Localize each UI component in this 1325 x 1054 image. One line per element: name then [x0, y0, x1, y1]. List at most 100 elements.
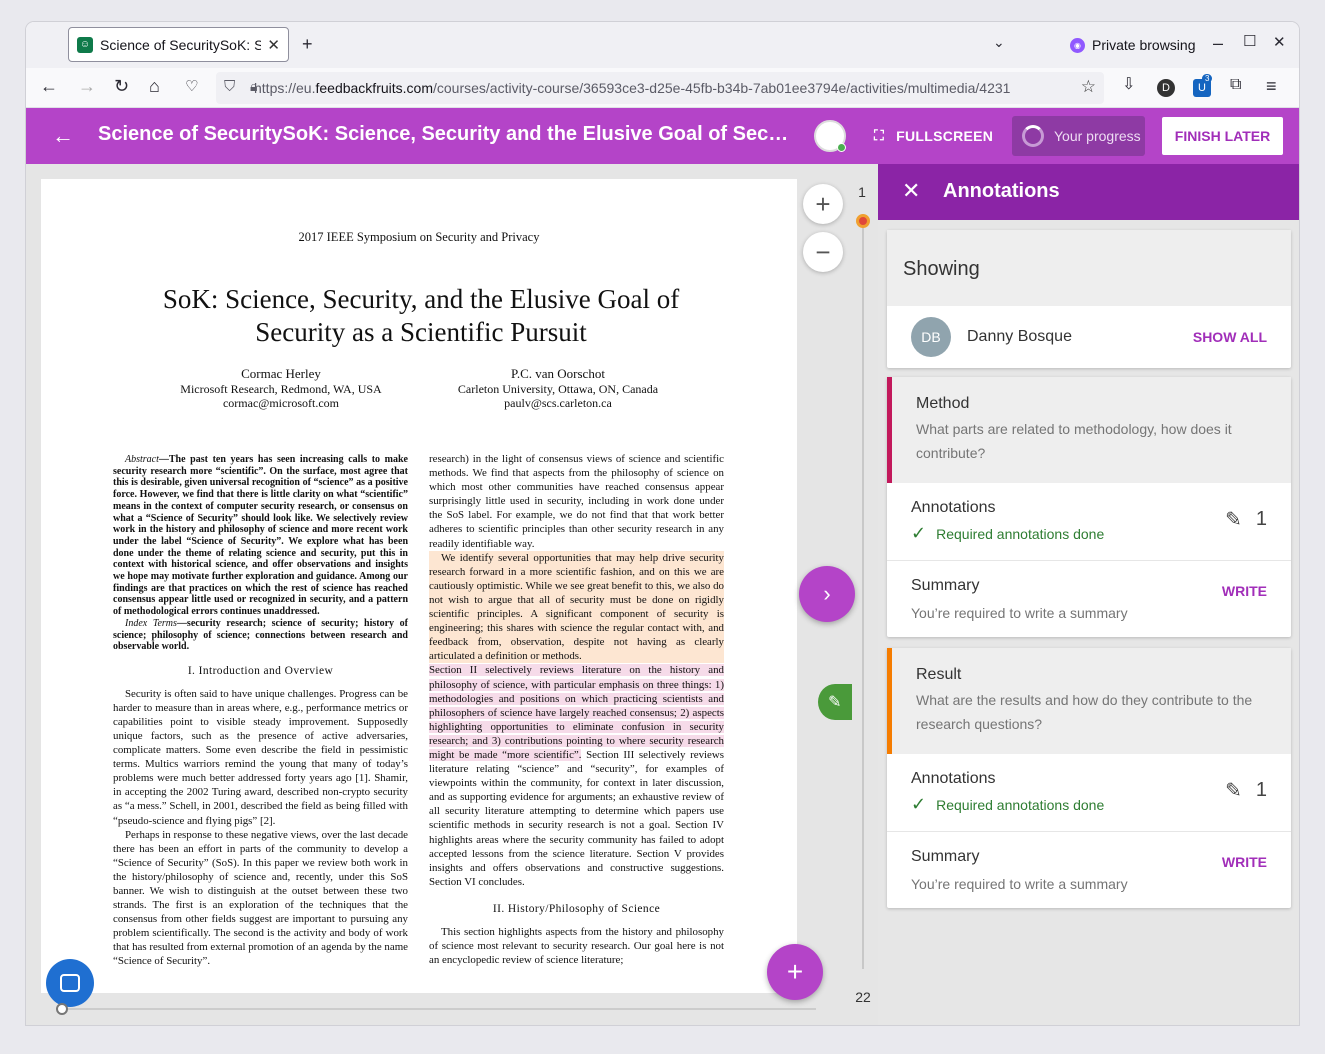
extension-d-icon[interactable]: D [1157, 79, 1175, 97]
paragraph: Security is often said to have unique ch… [113, 687, 408, 827]
question-title: Method [916, 395, 970, 412]
summary-label: Summary [911, 848, 980, 865]
paragraph: This section highlights aspects from the… [429, 926, 724, 967]
horizontal-scrollbar[interactable] [56, 1003, 816, 1015]
scroll-handle[interactable] [56, 1003, 68, 1015]
back-icon[interactable]: ← [40, 77, 58, 95]
status-line: ✓ Required annotations done [911, 794, 1267, 815]
add-annotation-button[interactable]: + [767, 944, 823, 1000]
zoom-out-button[interactable]: − [803, 232, 843, 272]
lock-icon[interactable]: 🔒︎ [250, 78, 257, 95]
paragraph: Section III selectively reviews literatu… [429, 748, 724, 888]
page-scroll-marker[interactable] [856, 214, 870, 228]
annotations-row[interactable]: Annotations ✓ Required annotations done ✎… [887, 754, 1291, 832]
forward-icon[interactable]: → [78, 77, 96, 95]
paragraph-group: Section II selectively reviews literatur… [429, 664, 724, 888]
reload-icon[interactable]: ↻ [114, 77, 129, 95]
close-tab-icon[interactable]: ✕ [267, 36, 280, 54]
count-value: 1 [1255, 508, 1267, 530]
annotations-title: Annotations [943, 180, 1060, 202]
tab-strip: ☺ Science of SecuritySoK: Scie ✕ + ⌄ ◉ P… [26, 22, 1299, 68]
author-name: P.C. van Oorschot [511, 366, 605, 381]
private-mask-icon: ◉ [1070, 37, 1085, 53]
maximize-icon[interactable]: ☐ [1243, 34, 1256, 49]
back-arrow-icon[interactable]: ← [52, 123, 74, 149]
section-heading: II. History/Philosophy of Science [492, 902, 661, 915]
summary-row: Summary You’re required to write a summa… [887, 561, 1291, 637]
annotations-label: Annotations [911, 770, 996, 787]
document-viewer: 2017 IEEE Symposium on Security and Priv… [26, 164, 878, 1025]
list-tabs-icon[interactable]: ⌄ [993, 35, 1005, 49]
annotations-header: ✕ Annotations [878, 164, 1299, 220]
page-scroll-track[interactable] [862, 214, 864, 969]
pencil-icon: ✎ [1225, 509, 1242, 531]
close-panel-icon[interactable]: ✕ [902, 178, 920, 204]
annotations-label: Annotations [911, 499, 996, 516]
chat-support-button[interactable] [46, 959, 94, 1007]
count-value: 1 [1255, 779, 1267, 801]
user-filter-row: DB Danny Bosque SHOW ALL [887, 306, 1291, 368]
highlighted-paragraph-method[interactable]: We identify several opportunities that m… [429, 550, 724, 664]
left-column: Abstract—The past ten years has seen inc… [113, 454, 408, 969]
right-column: research) in the light of consensus view… [429, 452, 724, 967]
pocket-icon[interactable]: ♡ [185, 79, 198, 94]
question-card-method: Method What parts are related to methodo… [887, 377, 1291, 637]
highlighted-paragraph-result[interactable]: Section II selectively reviews literatur… [429, 664, 724, 761]
shield-icon[interactable]: ⛉ [224, 78, 235, 95]
user-avatar[interactable] [814, 120, 846, 152]
menu-hamburger-icon[interactable]: ≡ [1266, 77, 1277, 95]
minimize-icon[interactable]: – [1213, 34, 1223, 52]
save-to-pocket-icon[interactable]: ⇩ [1122, 77, 1135, 93]
home-icon[interactable]: ⌂ [149, 77, 160, 95]
author-block-1: Cormac Herley Microsoft Research, Redmon… [171, 366, 391, 411]
author-block-2: P.C. van Oorschot Carleton University, O… [443, 366, 673, 411]
abstract: Abstract—The past ten years has seen inc… [113, 454, 408, 618]
fullscreen-button[interactable]: ⛶ FULLSCREEN [874, 127, 993, 144]
app-header: ← Science of SecuritySoK: Science, Secur… [26, 108, 1299, 164]
summary-hint: You’re required to write a summary [911, 605, 1128, 621]
index-terms: Index Terms—security research; science o… [113, 617, 409, 653]
conference-line: 2017 IEEE Symposium on Security and Priv… [298, 230, 540, 244]
question-description: What parts are related to methodology, h… [916, 421, 1232, 461]
status-line: ✓ Required annotations done [911, 523, 1267, 544]
zoom-in-button[interactable]: + [803, 184, 843, 224]
showing-card: Showing DB Danny Bosque SHOW ALL [887, 230, 1291, 368]
paragraph: research) in the light of consensus view… [429, 453, 724, 550]
finish-later-button[interactable]: FINISH LATER [1162, 117, 1283, 155]
page-number-first: 1 [858, 184, 866, 200]
showing-heading: Showing [887, 230, 1291, 306]
browser-tab[interactable]: ☺ Science of SecuritySoK: Scie ✕ [68, 27, 289, 62]
navigation-toolbar: ← → ↻ ⌂ ♡ ⛉ 🔒︎ https://eu.feedbackfruits… [26, 68, 1299, 108]
tab-title: Science of SecuritySoK: Scie [100, 36, 262, 53]
check-icon: ✓ [911, 794, 927, 814]
author-name: Cormac Herley [241, 366, 321, 381]
progress-button[interactable]: Your progress [1012, 116, 1145, 156]
browser-window: ☺ Science of SecuritySoK: Scie ✕ + ⌄ ◉ P… [26, 22, 1299, 1025]
write-summary-button[interactable]: WRITE [1222, 583, 1267, 599]
annotation-count: ✎ 1 [1225, 778, 1267, 803]
summary-row: Summary You’re required to write a summa… [887, 832, 1291, 908]
annotation-count: ✎ 1 [1225, 507, 1267, 532]
extensions-puzzle-icon[interactable]: ⧉ [1230, 77, 1241, 93]
bookmark-star-icon[interactable]: ☆ [1081, 77, 1096, 97]
pdf-page[interactable]: 2017 IEEE Symposium on Security and Priv… [41, 179, 797, 993]
private-browsing-indicator: ◉ Private browsing [1070, 37, 1196, 53]
private-browsing-label: Private browsing [1092, 37, 1196, 53]
url-bar[interactable]: ⛉ 🔒︎ https://eu.feedbackfruits.com/cours… [216, 72, 1104, 104]
question-title: Result [916, 666, 962, 683]
url-text[interactable]: https://eu.feedbackfruits.com/courses/ac… [254, 80, 1054, 96]
close-window-icon[interactable]: ✕ [1273, 35, 1286, 50]
show-all-button[interactable]: SHOW ALL [1193, 329, 1267, 345]
fullscreen-label: FULLSCREEN [896, 127, 994, 144]
pencil-icon[interactable]: ✎ [818, 684, 852, 720]
online-status-dot [837, 143, 846, 152]
section-heading: I. Introduction and Overview [187, 664, 334, 677]
feedbackfruits-favicon-icon: ☺ [77, 36, 93, 53]
annotations-row[interactable]: Annotations ✓ Required annotations done ✎… [887, 483, 1291, 561]
next-annotation-button[interactable]: › [799, 566, 855, 622]
write-summary-button[interactable]: WRITE [1222, 854, 1267, 870]
new-tab-button[interactable]: + [302, 35, 313, 53]
question-description: What are the results and how do they con… [916, 692, 1253, 732]
question-header: Result What are the results and how do t… [887, 648, 1291, 754]
summary-label: Summary [911, 577, 980, 594]
